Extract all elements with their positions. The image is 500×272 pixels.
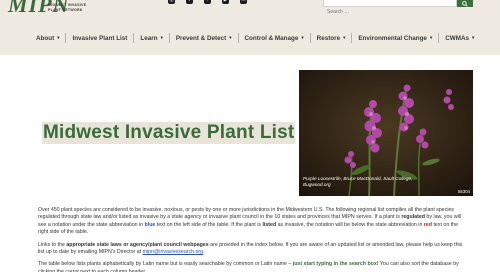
chevron-down-icon: ▾ xyxy=(343,35,346,40)
page-title: Midwest Invasive Plant List xyxy=(43,122,295,143)
main-nav: About ▾ Invasive Plant List Learn ▾ Preven… xyxy=(30,30,480,46)
director-email-link[interactable]: mipn@invasivesearch.org xyxy=(143,249,203,255)
search-button[interactable] xyxy=(457,0,473,7)
nav-item-cwmas[interactable]: CWMAs ▾ xyxy=(439,30,480,46)
site-header: MIPN MIDWEST INVASIVE PLANT NETWORK ◎ f … xyxy=(0,0,500,55)
nav-item-invasive-plant-list[interactable]: Invasive Plant List xyxy=(66,30,133,46)
chevron-down-icon: ▾ xyxy=(57,35,60,40)
search-box xyxy=(323,0,457,15)
purple-loosestrife-photo: Purple Loosestrife, Bruce MacDonald, Sau… xyxy=(299,70,473,196)
youtube-icon[interactable]: ▶ xyxy=(222,0,229,4)
chevron-down-icon: ▾ xyxy=(229,35,232,40)
nav-item-prevent-detect[interactable]: Prevent & Detect ▾ xyxy=(170,30,238,46)
email-icon[interactable]: ✉ xyxy=(240,0,247,4)
photo-id: 55304 xyxy=(458,189,470,194)
facebook-icon[interactable]: f xyxy=(186,0,193,4)
nav-item-control-manage[interactable]: Control & Manage ▾ xyxy=(239,30,310,46)
intro-text: Over 450 plant species are considered to… xyxy=(38,207,468,272)
intro-paragraph-1: Over 450 plant species are considered to… xyxy=(38,207,462,236)
chevron-down-icon: ▾ xyxy=(160,35,163,40)
nav-item-restore[interactable]: Restore ▾ xyxy=(311,30,352,46)
photo-caption: Purple Loosestrife, Bruce MacDonald, Sau… xyxy=(303,176,413,188)
intro-paragraph-3: The table below lists plants alphabetica… xyxy=(38,261,459,272)
title-highlight: Midwest Invasive Plant List xyxy=(42,122,296,144)
twitter-icon[interactable]: ✦ xyxy=(204,0,211,4)
search-icon xyxy=(462,0,468,7)
intro-paragraph-2: Links to the appropriate state laws or a… xyxy=(38,241,463,256)
chevron-down-icon: ▾ xyxy=(429,35,433,40)
nav-item-environmental-change[interactable]: Environmental Change ▾ xyxy=(352,30,438,46)
search-input[interactable] xyxy=(324,9,456,15)
chevron-down-icon: ▾ xyxy=(301,35,304,40)
instagram-icon[interactable]: ◎ xyxy=(168,0,175,4)
chevron-down-icon: ▾ xyxy=(472,35,475,40)
page-title-wrap: Midwest Invasive Plant List xyxy=(42,121,296,145)
logo-subtitle: MIDWEST INVASIVE PLANT NETWORK xyxy=(48,3,87,12)
site-logo[interactable]: MIPN MIDWEST INVASIVE PLANT NETWORK xyxy=(8,0,118,20)
nav-item-about[interactable]: About ▾ xyxy=(30,30,65,46)
nav-item-learn[interactable]: Learn ▾ xyxy=(134,30,168,46)
